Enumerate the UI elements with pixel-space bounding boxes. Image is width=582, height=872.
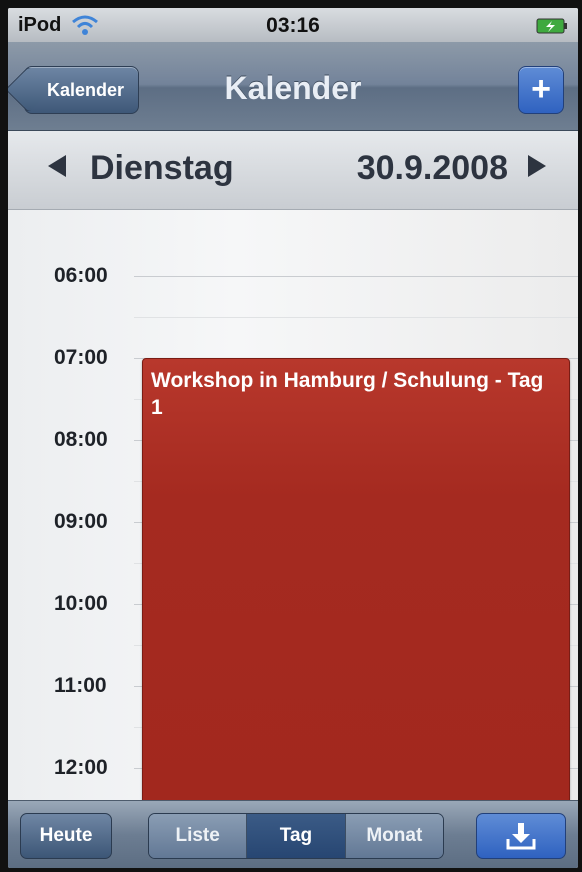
page-title: Kalender [224, 70, 362, 106]
plus-icon: + [531, 70, 551, 108]
segment-day[interactable]: Tag [247, 814, 346, 858]
segment-month[interactable]: Monat [345, 814, 443, 858]
next-day-arrow-icon[interactable] [528, 155, 546, 177]
status-bar: iPod 03:16 [8, 8, 578, 42]
export-button[interactable] [476, 813, 566, 859]
hour-label: 11:00 [54, 674, 107, 697]
segment-list[interactable]: Liste [149, 814, 248, 858]
navigation-bar: Kalender Kalender + [8, 42, 578, 131]
hour-label: 12:00 [54, 756, 108, 779]
day-name: Dienstag [90, 149, 234, 187]
download-icon [506, 823, 536, 850]
event-title: Workshop in Hamburg / Schulung - Tag 1 [151, 369, 544, 419]
status-time: 03:16 [266, 14, 320, 37]
date-value: 30.9.2008 [356, 149, 508, 187]
view-segmented-control: Liste Tag Monat [148, 813, 444, 859]
half-hour-line [134, 317, 578, 318]
bottom-toolbar: Heute Liste Tag Monat [8, 800, 578, 868]
hour-label: 10:00 [54, 592, 108, 615]
battery-charging-icon [536, 18, 567, 34]
calendar-event-block[interactable]: Workshop in Hamburg / Schulung - Tag 1 [142, 358, 570, 800]
date-navigation-bar: Dienstag 30.9.2008 [8, 131, 578, 210]
today-button[interactable]: Heute [20, 813, 112, 859]
hour-label: 09:00 [54, 510, 108, 533]
hour-label: 06:00 [54, 264, 108, 287]
hour-label: 07:00 [54, 346, 108, 369]
back-button-label: Kalender [47, 80, 125, 100]
previous-day-arrow-icon[interactable] [48, 155, 66, 177]
day-timeline[interactable]: 06:00 07:00 08:00 09:00 10:00 11:00 12:0… [8, 210, 578, 800]
calendar-screen: iPod 03:16 Kalender Kalender + Dienstag … [8, 8, 578, 868]
back-button-kalender[interactable]: Kalender [24, 66, 140, 114]
add-event-button[interactable]: + [518, 66, 564, 114]
hour-label: 08:00 [54, 428, 108, 451]
hour-line [134, 276, 578, 277]
